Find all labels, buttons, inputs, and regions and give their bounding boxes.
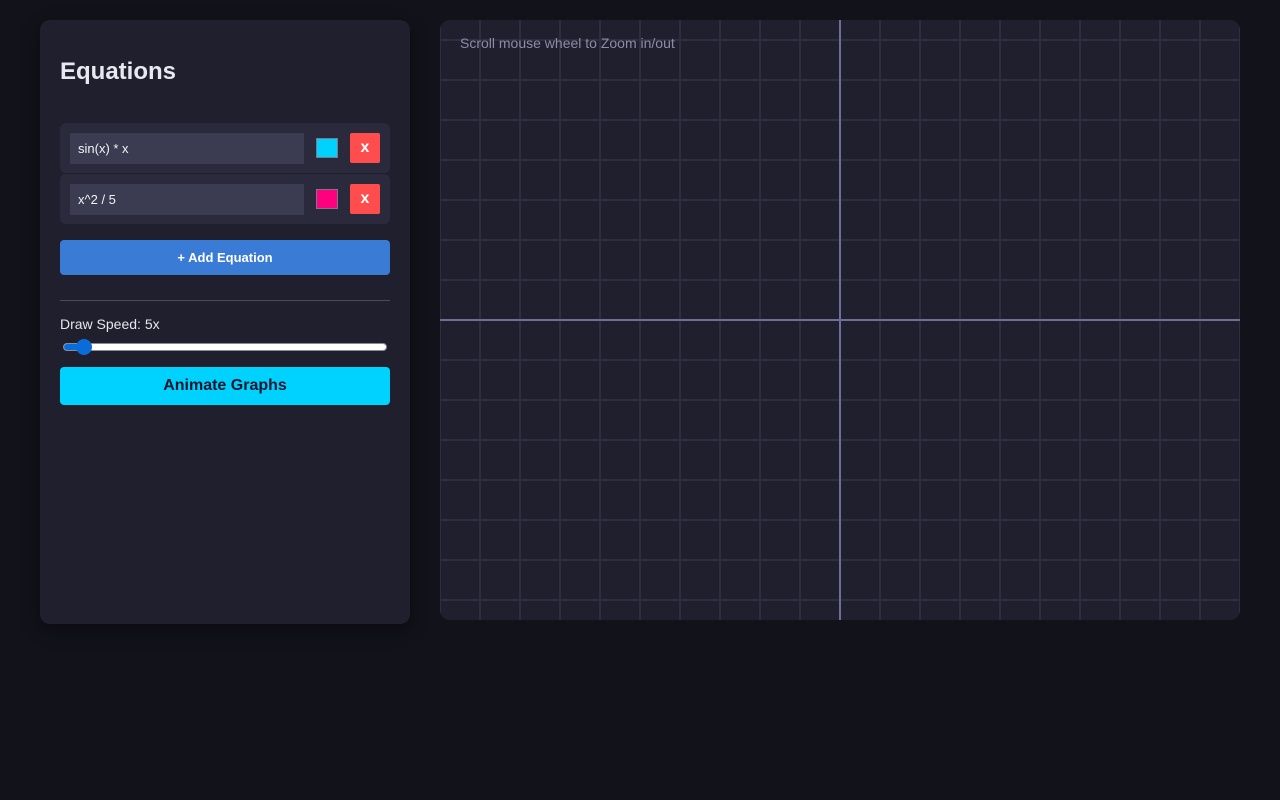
remove-equation-button[interactable]: x: [350, 184, 380, 214]
equation-color-swatch[interactable]: [316, 189, 338, 209]
graph-canvas[interactable]: Scroll mouse wheel to Zoom in/out: [440, 20, 1240, 620]
draw-speed-label: Draw Speed: 5x: [60, 316, 160, 332]
animate-graphs-button[interactable]: Animate Graphs: [60, 367, 390, 405]
equation-input[interactable]: [70, 184, 304, 215]
remove-equation-button[interactable]: x: [350, 133, 380, 163]
equation-row: x: [60, 174, 390, 224]
panel-title: Equations: [60, 58, 177, 85]
equations-panel: Equations x x + Add Equation Draw Speed:…: [40, 20, 410, 624]
zoom-hint: Scroll mouse wheel to Zoom in/out: [460, 35, 675, 51]
equation-list: x x: [60, 123, 390, 225]
draw-speed-slider[interactable]: [63, 339, 387, 355]
divider: [60, 300, 390, 301]
slider-thumb[interactable]: [76, 339, 93, 355]
equation-input[interactable]: [70, 133, 304, 164]
add-equation-button[interactable]: + Add Equation: [60, 240, 390, 275]
equation-color-swatch[interactable]: [316, 138, 338, 158]
equation-row: x: [60, 123, 390, 173]
graph-grid: [440, 20, 1240, 620]
